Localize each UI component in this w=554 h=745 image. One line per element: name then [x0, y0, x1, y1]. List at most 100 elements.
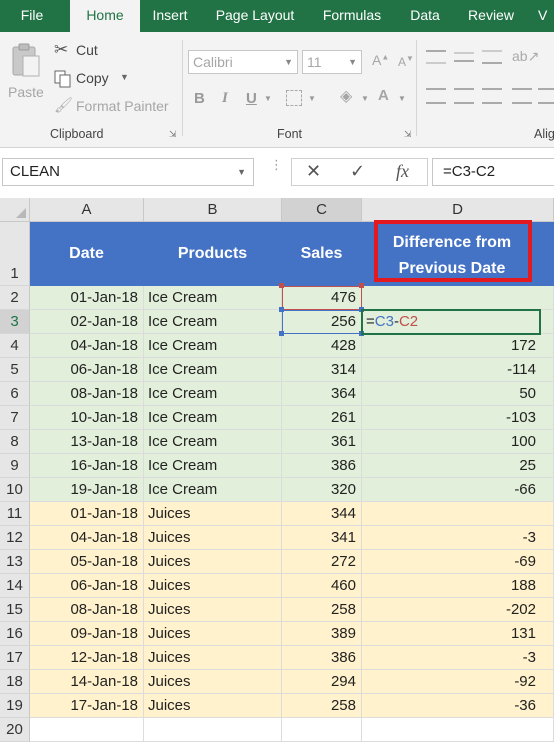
column-header-b[interactable]: B — [144, 198, 282, 222]
row-header-16[interactable]: 16 — [0, 622, 30, 646]
underline-dropdown-icon[interactable]: ▼ — [264, 94, 272, 103]
tab-formulas[interactable]: Formulas — [313, 0, 391, 32]
name-box[interactable]: CLEAN ▼ — [2, 158, 254, 186]
cancel-icon[interactable]: ✕ — [306, 161, 321, 182]
worksheet-grid[interactable]: A B C D 1 Date Products Sales Difference… — [0, 198, 554, 745]
header-date[interactable]: Date — [30, 222, 144, 286]
active-cell-d3[interactable]: =C3-C2 — [361, 309, 541, 335]
cell-product[interactable]: Juices — [144, 574, 282, 598]
decrease-indent-icon[interactable] — [512, 88, 532, 104]
cell-sales[interactable]: 386 — [282, 454, 362, 478]
fill-dropdown-icon[interactable]: ▼ — [361, 94, 369, 103]
font-size-select[interactable]: 11 ▼ — [302, 50, 362, 74]
cell-product[interactable]: Juices — [144, 646, 282, 670]
reference-handle[interactable] — [359, 283, 364, 288]
row-header-13[interactable]: 13 — [0, 550, 30, 574]
cell-sales[interactable]: 320 — [282, 478, 362, 502]
borders-dropdown-icon[interactable]: ▼ — [308, 94, 316, 103]
cell-diff[interactable]: 188 — [362, 574, 554, 598]
clipboard-launcher-icon[interactable]: ⇲ — [169, 129, 177, 140]
cell-sales[interactable]: 261 — [282, 406, 362, 430]
increase-indent-icon[interactable] — [538, 88, 554, 104]
cell-diff[interactable]: 131 — [362, 622, 554, 646]
cell-date[interactable]: 19-Jan-18 — [30, 478, 144, 502]
cell-diff[interactable]: -3 — [362, 646, 554, 670]
cell-diff[interactable]: -66 — [362, 478, 554, 502]
cell-date[interactable]: 09-Jan-18 — [30, 622, 144, 646]
row-header-2[interactable]: 2 — [0, 286, 30, 310]
cell-sales[interactable]: 344 — [282, 502, 362, 526]
font-launcher-icon[interactable]: ⇲ — [404, 129, 412, 140]
row-header-15[interactable]: 15 — [0, 598, 30, 622]
cell-product[interactable]: Ice Cream — [144, 358, 282, 382]
cell-product[interactable]: Ice Cream — [144, 430, 282, 454]
column-header-c[interactable]: C — [282, 198, 362, 222]
cell-date[interactable]: 04-Jan-18 — [30, 526, 144, 550]
orientation-icon[interactable]: ab↗ — [512, 48, 539, 65]
row-header-1[interactable]: 1 — [0, 222, 30, 286]
cell-product[interactable]: Ice Cream — [144, 286, 282, 310]
row-header-9[interactable]: 9 — [0, 454, 30, 478]
formula-input[interactable]: =C3-C2 — [432, 158, 554, 186]
cut-button[interactable]: ✂ Cut — [52, 40, 122, 62]
cell-product[interactable]: Ice Cream — [144, 406, 282, 430]
cell-product[interactable]: Ice Cream — [144, 454, 282, 478]
tab-view-partial[interactable]: V — [538, 0, 554, 32]
cell-product[interactable]: Juices — [144, 694, 282, 718]
cell-product[interactable]: Juices — [144, 502, 282, 526]
row-header-12[interactable]: 12 — [0, 526, 30, 550]
row-header-5[interactable]: 5 — [0, 358, 30, 382]
row-header-17[interactable]: 17 — [0, 646, 30, 670]
cell-diff[interactable]: -92 — [362, 670, 554, 694]
align-right-icon[interactable] — [482, 88, 502, 104]
cell-product[interactable]: Ice Cream — [144, 334, 282, 358]
cell-product[interactable]: Ice Cream — [144, 478, 282, 502]
cell-date[interactable] — [30, 718, 144, 742]
cell-product[interactable]: Juices — [144, 550, 282, 574]
header-sales[interactable]: Sales — [282, 222, 362, 286]
tab-page-layout[interactable]: Page Layout — [207, 0, 303, 32]
paste-button[interactable]: Paste — [4, 38, 48, 106]
cell-sales[interactable]: 314 — [282, 358, 362, 382]
fill-color-icon[interactable]: ◈ — [340, 86, 352, 106]
cell-diff[interactable] — [362, 718, 554, 742]
cell-sales[interactable]: 428 — [282, 334, 362, 358]
cell-date[interactable]: 01-Jan-18 — [30, 502, 144, 526]
cell-sales[interactable]: 361 — [282, 430, 362, 454]
cell-sales[interactable]: 389 — [282, 622, 362, 646]
cell-date[interactable]: 08-Jan-18 — [30, 382, 144, 406]
cell-sales[interactable]: 364 — [282, 382, 362, 406]
cell-diff[interactable]: -202 — [362, 598, 554, 622]
cell-date[interactable]: 06-Jan-18 — [30, 358, 144, 382]
row-header-7[interactable]: 7 — [0, 406, 30, 430]
copy-button[interactable]: Copy ▼ — [52, 68, 132, 90]
cell-diff[interactable]: 25 — [362, 454, 554, 478]
header-products[interactable]: Products — [144, 222, 282, 286]
cell-date[interactable]: 06-Jan-18 — [30, 574, 144, 598]
row-header-14[interactable]: 14 — [0, 574, 30, 598]
font-name-select[interactable]: Calibri ▼ — [188, 50, 298, 74]
cell-sales[interactable]: 386 — [282, 646, 362, 670]
cell-sales[interactable] — [282, 718, 362, 742]
cell-date[interactable]: 08-Jan-18 — [30, 598, 144, 622]
cell-product[interactable]: Juices — [144, 526, 282, 550]
cell-sales[interactable]: 460 — [282, 574, 362, 598]
cell-diff[interactable] — [362, 286, 554, 310]
row-header-4[interactable]: 4 — [0, 334, 30, 358]
cell-diff[interactable]: -3 — [362, 526, 554, 550]
column-header-d[interactable]: D — [362, 198, 554, 222]
row-header-19[interactable]: 19 — [0, 694, 30, 718]
enter-icon[interactable]: ✓ — [350, 161, 365, 182]
cell-date[interactable]: 04-Jan-18 — [30, 334, 144, 358]
copy-dropdown-icon[interactable]: ▼ — [120, 72, 129, 82]
cell-sales[interactable]: 258 — [282, 694, 362, 718]
row-header-8[interactable]: 8 — [0, 430, 30, 454]
cell-product[interactable]: Juices — [144, 598, 282, 622]
align-middle-icon[interactable] — [454, 52, 474, 62]
cell-product[interactable] — [144, 718, 282, 742]
cell-diff[interactable]: -103 — [362, 406, 554, 430]
tab-review[interactable]: Review — [460, 0, 522, 32]
formula-bar-grip-icon[interactable]: ⋮ — [270, 158, 283, 171]
cell-diff[interactable]: 172 — [362, 334, 554, 358]
chevron-down-icon[interactable]: ▼ — [237, 159, 246, 185]
